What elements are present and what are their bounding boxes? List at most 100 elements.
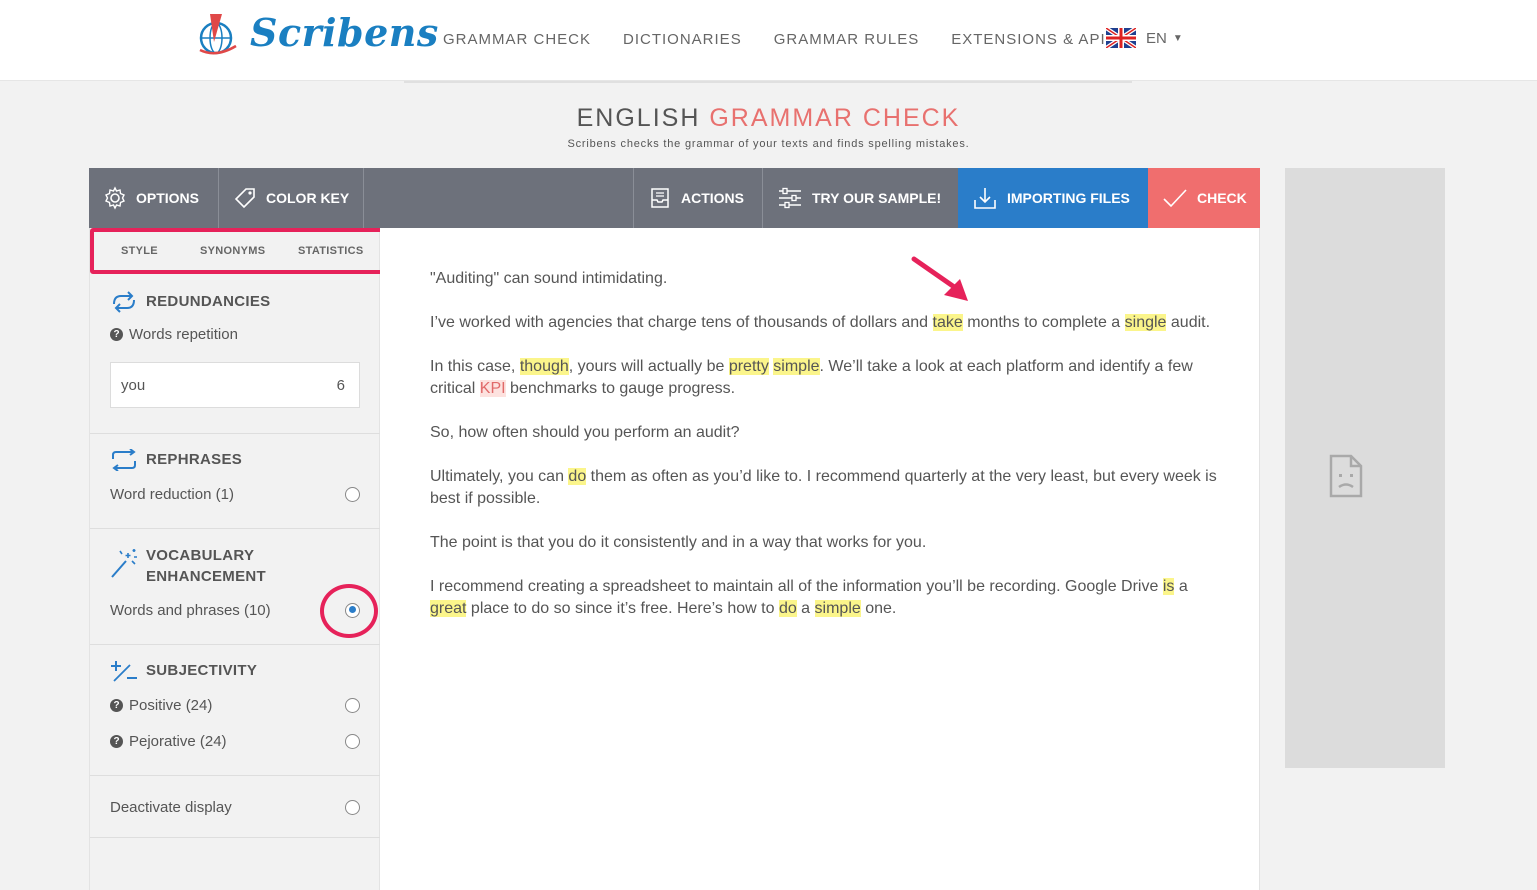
paragraph: The point is that you do it consistently…: [430, 534, 927, 551]
redundancies-section: REDUNDANCIES ? Words repetition you 6: [90, 276, 380, 434]
highlighted-word[interactable]: great: [430, 600, 467, 617]
try-sample-button[interactable]: TRY OUR SAMPLE!: [763, 168, 958, 228]
words-phrases-radio[interactable]: [345, 602, 360, 618]
tab-synonyms[interactable]: SYNONYMS: [200, 245, 265, 257]
subjectivity-section: SUBJECTIVITY ? Positive (24) ? Pejorativ…: [90, 645, 380, 776]
title-english: ENGLISH: [576, 104, 701, 132]
inbox-icon: [651, 188, 669, 208]
word-reduction-option[interactable]: Word reduction (1): [110, 484, 360, 504]
highlighted-word[interactable]: single: [1124, 314, 1167, 331]
sliders-icon: [779, 187, 801, 209]
positive-option[interactable]: ? Positive (24): [110, 695, 360, 715]
magic-wand-icon: [111, 549, 137, 578]
paragraph: In this case, though, yours will actuall…: [430, 358, 1193, 397]
nav-dictionaries[interactable]: DICTIONARIES: [623, 31, 742, 48]
tag-icon: [234, 188, 255, 209]
deactivate-display-label: Deactivate display: [110, 798, 232, 816]
check-label: CHECK: [1197, 190, 1247, 206]
words-repetition-label: ? Words repetition: [110, 326, 360, 343]
deactivate-display-option[interactable]: Deactivate display: [110, 797, 360, 817]
actions-button[interactable]: ACTIONS: [634, 168, 762, 228]
check-button[interactable]: CHECK: [1148, 168, 1260, 228]
editor-content[interactable]: "Auditing" can sound intimidating. I’ve …: [430, 268, 1220, 642]
checkmark-icon: [1163, 189, 1187, 208]
words-phrases-label: Words and phrases (10): [110, 601, 271, 619]
rephrases-header: REPHRASES: [110, 449, 242, 471]
help-icon[interactable]: ?: [110, 734, 123, 748]
highlighted-word[interactable]: though: [519, 358, 569, 375]
importing-files-button[interactable]: IMPORTING FILES: [958, 168, 1148, 228]
tab-style[interactable]: STYLE: [121, 245, 158, 257]
paragraph: I’ve worked with agencies that charge te…: [430, 314, 1211, 331]
redundancies-title: REDUNDANCIES: [146, 293, 271, 310]
repeated-word: you: [121, 376, 146, 394]
word-reduction-radio[interactable]: [345, 486, 360, 502]
paragraph: So, how often should you perform an audi…: [430, 424, 740, 441]
redundancies-header: REDUNDANCIES: [110, 291, 270, 313]
download-icon: [974, 188, 996, 209]
repeated-word-item[interactable]: you 6: [110, 362, 360, 408]
tab-statistics[interactable]: STATISTICS: [298, 245, 364, 257]
deactivate-section: Deactivate display: [90, 776, 380, 838]
try-sample-label: TRY OUR SAMPLE!: [812, 190, 942, 206]
rephrases-title: REPHRASES: [146, 451, 243, 468]
vocabulary-title: VOCABULARY ENHANCEMENT: [146, 545, 266, 587]
site-header: Scribens GRAMMAR CHECK DICTIONARIES GRAM…: [0, 0, 1537, 81]
highlighted-word[interactable]: simple: [773, 358, 820, 375]
positive-label: Positive (24): [129, 696, 213, 714]
positive-radio[interactable]: [345, 697, 360, 713]
importing-files-label: IMPORTING FILES: [1007, 190, 1130, 206]
nav-grammar-rules[interactable]: GRAMMAR RULES: [774, 31, 920, 48]
help-icon[interactable]: ?: [110, 328, 123, 341]
pejorative-label: Pejorative (24): [129, 732, 227, 750]
header-divider: [404, 81, 1132, 83]
color-key-label: COLOR KEY: [266, 190, 350, 206]
highlighted-word[interactable]: take: [932, 314, 963, 331]
paragraph: Ultimately, you can do them as often as …: [430, 468, 1217, 507]
help-icon[interactable]: ?: [110, 698, 123, 712]
title-grammar-check: GRAMMAR CHECK: [709, 104, 961, 132]
plus-minus-icon: [111, 661, 137, 682]
text-editor[interactable]: "Auditing" can sound intimidating. I’ve …: [380, 228, 1260, 890]
pejorative-radio[interactable]: [345, 733, 360, 749]
actions-label: ACTIONS: [681, 190, 744, 206]
subjectivity-header: SUBJECTIVITY: [110, 660, 257, 682]
words-phrases-option[interactable]: Words and phrases (10): [110, 600, 360, 620]
word-reduction-label: Word reduction (1): [110, 485, 234, 503]
highlighted-word[interactable]: do: [568, 468, 587, 485]
annotation-arrow-icon: [911, 256, 968, 301]
paragraph: "Auditing" can sound intimidating.: [430, 270, 668, 287]
editor-toolbar: OPTIONS COLOR KEY ACTIONS TRY OUR SAMPLE…: [89, 168, 1260, 228]
uk-flag-icon: [1106, 28, 1136, 48]
brand-name: Scribens: [250, 9, 439, 55]
nav-extensions-api[interactable]: EXTENSIONS & API: [951, 31, 1105, 48]
options-button[interactable]: OPTIONS: [89, 168, 218, 228]
highlighted-word[interactable]: pretty: [728, 358, 769, 375]
vocabulary-header: VOCABULARY ENHANCEMENT: [110, 545, 266, 587]
highlighted-word[interactable]: is: [1162, 578, 1175, 595]
toolbar-divider: [363, 168, 364, 228]
highlighted-word[interactable]: do: [778, 600, 797, 617]
page-subtitle: Scribens checks the grammar of your text…: [567, 138, 970, 150]
highlighted-word[interactable]: simple: [814, 600, 861, 617]
swap-arrows-icon: [112, 449, 136, 471]
style-sidebar: STYLE SYNONYMS STATISTICS REDUNDANCIES ?…: [89, 228, 380, 890]
color-key-button[interactable]: COLOR KEY: [219, 168, 363, 228]
gear-icon: [105, 186, 125, 210]
pejorative-option[interactable]: ? Pejorative (24): [110, 731, 360, 751]
sidebar-tabs: STYLE SYNONYMS STATISTICS: [90, 228, 380, 276]
vocabulary-title-line2: ENHANCEMENT: [146, 568, 266, 585]
vocabulary-section: VOCABULARY ENHANCEMENT Words and phrases …: [90, 529, 380, 645]
page-title: ENGLISH GRAMMAR CHECK: [0, 104, 1537, 133]
options-label: OPTIONS: [136, 190, 200, 206]
vocabulary-title-line1: VOCABULARY: [146, 547, 255, 564]
nav-grammar-check[interactable]: GRAMMAR CHECK: [443, 31, 591, 48]
language-selector[interactable]: EN ▼: [1106, 28, 1183, 48]
loop-arrows-icon: [113, 291, 135, 313]
main-nav: GRAMMAR CHECK DICTIONARIES GRAMMAR RULES…: [443, 31, 1138, 48]
error-word[interactable]: KPI: [479, 380, 506, 397]
broken-image-icon: [1329, 454, 1363, 498]
globe-icon: [199, 14, 237, 55]
logo[interactable]: Scribens: [196, 6, 439, 58]
deactivate-display-radio[interactable]: [345, 799, 360, 815]
